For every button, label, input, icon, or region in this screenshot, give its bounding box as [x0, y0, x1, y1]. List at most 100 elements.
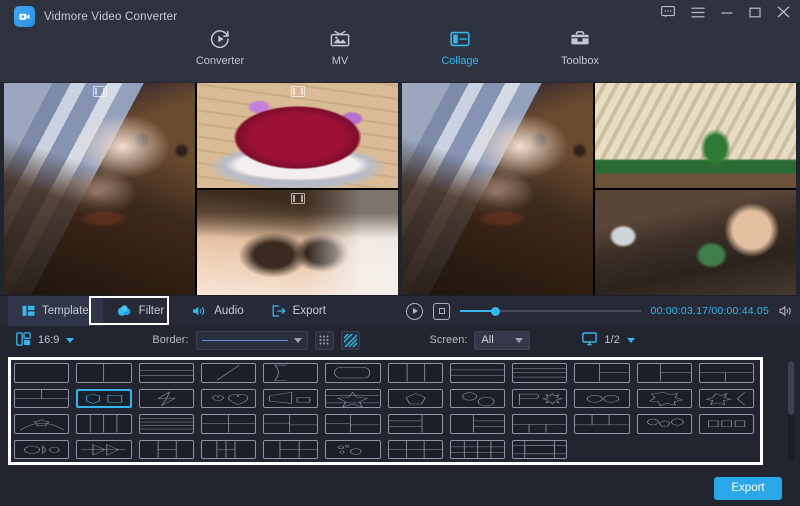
- source-preview[interactable]: [4, 83, 398, 295]
- template-33-top-three-bottom[interactable]: [512, 414, 567, 434]
- face-thumbnail: [197, 190, 398, 295]
- template-32-left-rows[interactable]: [450, 414, 505, 434]
- template-1-full[interactable]: [14, 363, 69, 383]
- nav-tab-collage[interactable]: Collage: [421, 28, 499, 67]
- preview-area: [0, 83, 800, 295]
- player-controls: 00:00:03.17/00:00:44.05: [406, 296, 794, 326]
- template-7-thirds-v[interactable]: [388, 363, 443, 383]
- template-17-megaphone[interactable]: [263, 389, 318, 409]
- seek-knob[interactable]: [491, 307, 500, 316]
- template-19-pentagon[interactable]: [388, 389, 443, 409]
- template-45-frame-grid[interactable]: [512, 440, 567, 460]
- border-color-icon[interactable]: [315, 331, 334, 350]
- template-22-double-oval[interactable]: [574, 389, 629, 409]
- template-16-hearts[interactable]: [201, 389, 256, 409]
- maximize-icon[interactable]: [749, 7, 761, 18]
- template-43-grid-3x3[interactable]: [388, 440, 443, 460]
- chevron-down-icon[interactable]: [66, 338, 74, 343]
- template-11-left-stack-right[interactable]: [637, 363, 692, 383]
- template-3-split-h[interactable]: [139, 363, 194, 383]
- filter-icon: [117, 305, 132, 317]
- template-36-three-squares[interactable]: [699, 414, 754, 434]
- template-13-two-top-one-bottom[interactable]: [14, 389, 69, 409]
- template-35-three-circles[interactable]: [637, 414, 692, 434]
- preview-cell-cake[interactable]: [197, 83, 398, 188]
- template-scrollbar[interactable]: [788, 361, 794, 460]
- template-37-circle-pill[interactable]: [14, 440, 69, 460]
- template-18-star[interactable]: [325, 389, 380, 409]
- export-button[interactable]: Export: [714, 477, 782, 500]
- close-icon[interactable]: [777, 6, 790, 18]
- stop-icon[interactable]: [433, 303, 450, 320]
- border-style-select[interactable]: [196, 331, 308, 350]
- template-39-grid-2x2-wide[interactable]: [139, 440, 194, 460]
- template-26-cols-4[interactable]: [76, 414, 131, 434]
- converter-icon: [209, 28, 231, 50]
- template-38-arrows[interactable]: [76, 440, 131, 460]
- template-12-top-two-bottom[interactable]: [699, 363, 754, 383]
- menu-icon[interactable]: [691, 7, 705, 18]
- template-40-grid-mixed-5[interactable]: [201, 440, 256, 460]
- chevron-down-icon[interactable]: [515, 338, 523, 343]
- template-42-bubbles[interactable]: [325, 440, 380, 460]
- tab-template[interactable]: Template: [8, 296, 103, 326]
- tab-filter[interactable]: Filter: [103, 296, 179, 326]
- play-icon[interactable]: [406, 303, 423, 320]
- volume-icon[interactable]: [779, 305, 794, 317]
- template-14-hex-square[interactable]: [76, 389, 131, 409]
- screen-select[interactable]: All: [474, 331, 530, 350]
- preview-cell-face[interactable]: [197, 190, 398, 295]
- template-28-quad[interactable]: [201, 414, 256, 434]
- nav-tab-converter[interactable]: Converter: [181, 28, 259, 67]
- chevron-down-icon[interactable]: [294, 338, 302, 343]
- output-cell-room[interactable]: [595, 83, 796, 188]
- page-control[interactable]: 1/2: [582, 332, 634, 349]
- template-27-rows-5[interactable]: [139, 414, 194, 434]
- tab-label: Filter: [139, 305, 165, 317]
- template-44-grid-4x3[interactable]: [450, 440, 505, 460]
- template-30-three-mixed[interactable]: [325, 414, 380, 434]
- template-grid-area: [0, 355, 800, 470]
- template-icon: [22, 305, 35, 317]
- template-23-splash[interactable]: [637, 389, 692, 409]
- template-31-rows-right[interactable]: [388, 414, 443, 434]
- nav-tab-toolbox[interactable]: Toolbox: [541, 28, 619, 67]
- video-camera-icon: [14, 6, 35, 27]
- template-25-arch-clover[interactable]: [14, 414, 69, 434]
- template-5-bracket[interactable]: [263, 363, 318, 383]
- output-cell-selfie[interactable]: [402, 83, 593, 295]
- tab-audio[interactable]: Audio: [178, 296, 257, 326]
- template-29-tri-mixed[interactable]: [263, 414, 318, 434]
- preview-cell-selfie[interactable]: [4, 83, 195, 295]
- titlebar: Vidmore Video Converter: [0, 0, 800, 82]
- template-2-split-v[interactable]: [76, 363, 131, 383]
- template-34-three-top[interactable]: [574, 414, 629, 434]
- nav-tab-label: Toolbox: [561, 55, 599, 67]
- border-control: Border:: [152, 331, 359, 350]
- seek-slider[interactable]: [460, 304, 641, 318]
- tab-export[interactable]: Export: [258, 296, 340, 326]
- scrollbar-thumb[interactable]: [788, 361, 794, 415]
- template-grid[interactable]: [14, 363, 754, 459]
- template-15-lightning[interactable]: [139, 389, 194, 409]
- border-pattern-icon[interactable]: [341, 331, 360, 350]
- nav-tab-label: Converter: [196, 55, 244, 67]
- app-brand: Vidmore Video Converter: [14, 6, 177, 27]
- template-24-burst-bracket[interactable]: [699, 389, 754, 409]
- template-8-rows-3[interactable]: [450, 363, 505, 383]
- output-cell-kitchen[interactable]: [595, 190, 796, 295]
- template-10-left-two-right[interactable]: [574, 363, 629, 383]
- template-20-two-circles[interactable]: [450, 389, 505, 409]
- film-badge: [291, 193, 305, 204]
- minimize-icon[interactable]: [721, 7, 733, 18]
- template-4-diagonal[interactable]: [201, 363, 256, 383]
- chevron-down-icon[interactable]: [627, 338, 635, 343]
- feedback-icon[interactable]: [661, 6, 675, 18]
- nav-tab-mv[interactable]: MV: [301, 28, 379, 67]
- template-6-rounded[interactable]: [325, 363, 380, 383]
- aspect-ratio-control[interactable]: 16:9: [16, 332, 74, 349]
- output-preview[interactable]: [402, 83, 796, 295]
- template-21-flag-gear[interactable]: [512, 389, 567, 409]
- template-9-rows-4[interactable]: [512, 363, 567, 383]
- template-41-grid-2x3[interactable]: [263, 440, 318, 460]
